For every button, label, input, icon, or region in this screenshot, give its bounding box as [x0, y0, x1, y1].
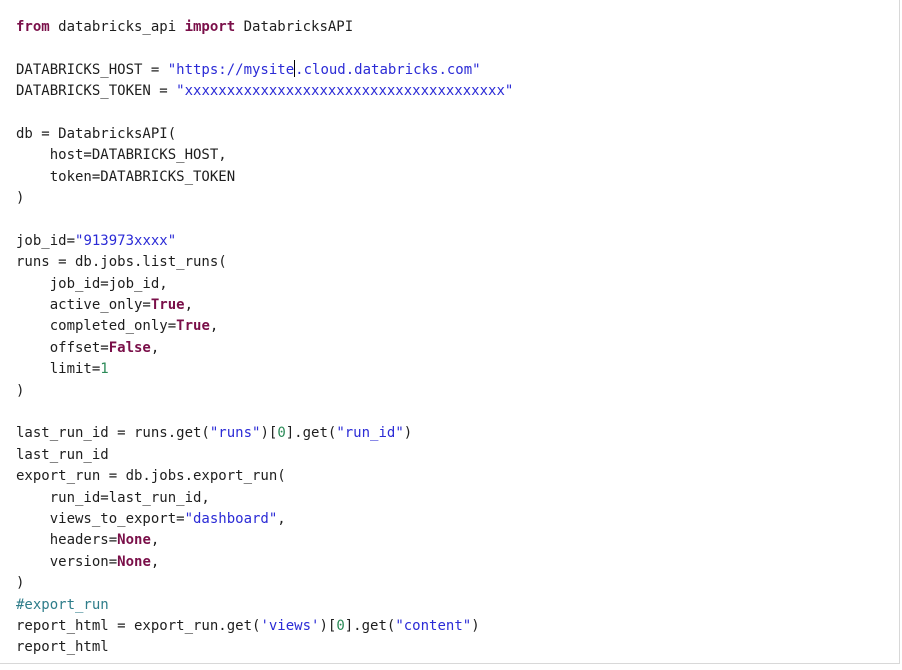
code-token: databricks_api	[49, 19, 185, 35]
code-token: run_id=last_run_id,	[16, 489, 210, 506]
string-token: .cloud.databricks.com"	[295, 61, 481, 78]
code-token: token=DATABRICKS_TOKEN	[16, 168, 236, 185]
code-line: offset=False,	[16, 338, 513, 359]
code-line: job_id="913973xxxx"	[16, 231, 513, 252]
code-token: completed_only=	[16, 318, 177, 335]
code-token: host=DATABRICKS_HOST,	[16, 147, 227, 164]
code-token: ,	[209, 318, 219, 335]
code-token: )	[471, 617, 480, 634]
code-token: ].get(	[344, 617, 396, 634]
code-token: )	[16, 382, 25, 399]
code-token: DATABRICKS_TOKEN =	[16, 83, 177, 100]
keyword-token: True	[176, 318, 210, 335]
string-token: "913973xxxx"	[75, 232, 177, 249]
string-token: "content"	[395, 617, 472, 634]
code-line: report_html = export_run.get('views')[0]…	[16, 616, 513, 637]
code-token: headers=	[16, 532, 118, 549]
code-token: )	[403, 425, 413, 442]
code-editor[interactable]: from databricks_api import DatabricksAPI…	[16, 17, 513, 659]
code-line: last_run_id	[16, 445, 513, 466]
string-token: "run_id"	[336, 425, 404, 442]
keyword-token: import	[184, 19, 236, 35]
code-token: ,	[150, 553, 160, 570]
keyword-token: True	[150, 297, 185, 314]
code-line: db = DatabricksAPI(	[16, 124, 513, 145]
code-token: ,	[150, 532, 160, 549]
code-token: job_id=job_id,	[16, 275, 168, 292]
code-line: limit=1	[16, 359, 513, 380]
number-token: 0	[277, 425, 286, 442]
code-line: headers=None,	[16, 530, 513, 551]
code-token: ,	[150, 339, 160, 356]
comment-token: #export_run	[16, 596, 109, 613]
number-token: 1	[100, 361, 109, 378]
code-token: ,	[277, 510, 286, 527]
code-line: )	[16, 573, 513, 594]
code-token: )	[16, 190, 25, 207]
code-line: runs = db.jobs.list_runs(	[16, 252, 513, 273]
code-token: DatabricksAPI	[235, 19, 354, 35]
code-token: )[	[260, 425, 278, 442]
code-line: job_id=job_id,	[16, 274, 513, 295]
string-token: "https://mysite	[167, 61, 295, 78]
code-token: )[	[319, 617, 337, 634]
code-token: last_run_id = runs.get(	[16, 425, 210, 442]
code-token: offset=	[16, 339, 109, 356]
code-line: export_run = db.jobs.export_run(	[16, 466, 513, 487]
code-token: db = DatabricksAPI(	[16, 125, 177, 142]
code-token: ].get(	[285, 425, 337, 442]
string-token: 'views'	[260, 617, 320, 634]
code-token: last_run_id	[16, 446, 109, 463]
keyword-token: None	[117, 553, 151, 570]
code-line: from databricks_api import DatabricksAPI	[16, 17, 513, 38]
code-token: active_only=	[16, 297, 151, 314]
code-line: last_run_id = runs.get("runs")[0].get("r…	[16, 423, 513, 444]
code-cell[interactable]: from databricks_api import DatabricksAPI…	[0, 0, 900, 664]
code-line: version=None,	[16, 552, 513, 573]
code-token: limit=	[16, 361, 101, 378]
code-token: job_id=	[16, 232, 76, 249]
code-line: views_to_export="dashboard",	[16, 509, 513, 530]
string-token: "runs"	[209, 425, 261, 442]
string-token: "xxxxxxxxxxxxxxxxxxxxxxxxxxxxxxxxxxxxxx"	[176, 83, 514, 100]
code-token: DATABRICKS_HOST =	[16, 61, 168, 78]
code-line: report_html	[16, 637, 513, 658]
code-token: views_to_export=	[16, 510, 185, 527]
keyword-token: None	[117, 532, 151, 549]
code-token: export_run = db.jobs.export_run(	[16, 468, 286, 485]
code-token: runs = db.jobs.list_runs(	[16, 254, 227, 271]
code-token: report_html	[16, 639, 109, 656]
code-line: DATABRICKS_HOST = "https://mysite.cloud.…	[16, 59, 513, 81]
code-token: report_html = export_run.get(	[16, 617, 261, 634]
code-line: DATABRICKS_TOKEN = "xxxxxxxxxxxxxxxxxxxx…	[16, 81, 513, 102]
code-line: #export_run	[16, 595, 513, 616]
keyword-token: from	[16, 19, 50, 35]
code-token: )	[16, 575, 25, 592]
code-token: ,	[184, 297, 194, 314]
code-line: )	[16, 381, 513, 402]
code-line: run_id=last_run_id,	[16, 488, 513, 509]
code-line: token=DATABRICKS_TOKEN	[16, 167, 513, 188]
string-token: "dashboard"	[184, 510, 278, 527]
code-line: completed_only=True,	[16, 316, 513, 337]
code-token: version=	[16, 553, 118, 570]
keyword-token: False	[108, 339, 151, 356]
number-token: 0	[336, 617, 345, 634]
code-line: )	[16, 188, 513, 209]
code-line: active_only=True,	[16, 295, 513, 316]
code-line: host=DATABRICKS_HOST,	[16, 145, 513, 166]
